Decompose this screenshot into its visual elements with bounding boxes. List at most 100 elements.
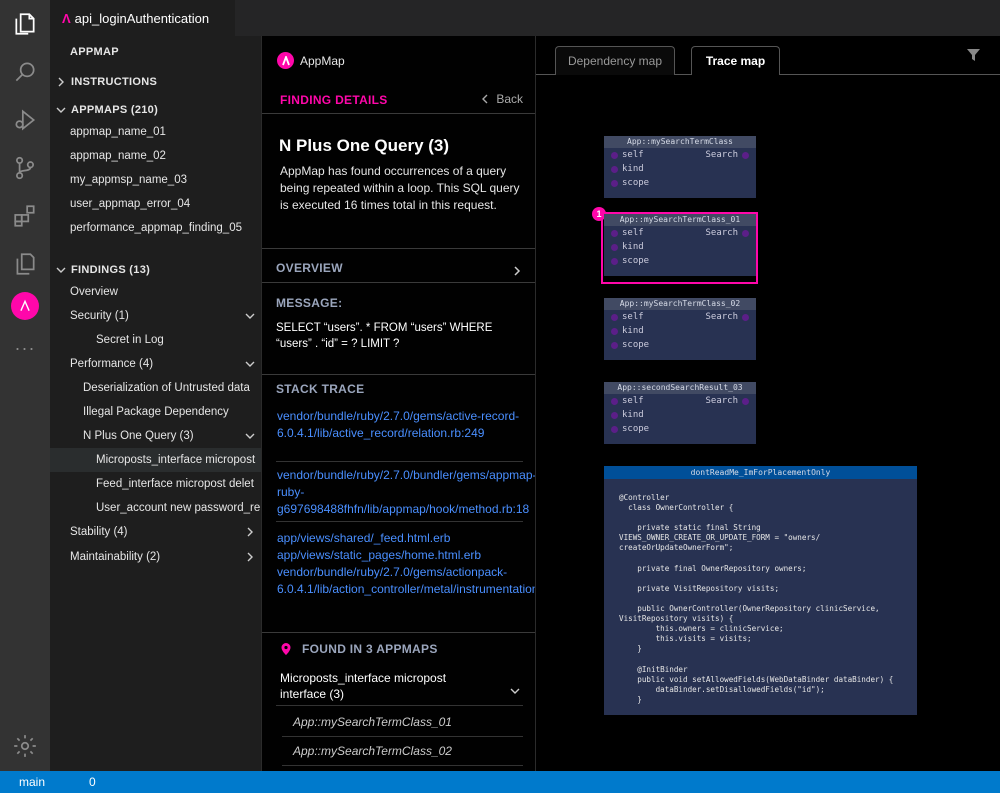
message-label: MESSAGE: [276,296,343,310]
node-row: kind [604,408,756,422]
trace-node[interactable]: App::mySearchTermClass self Search kind s… [604,136,756,198]
back-button[interactable]: Back [481,92,523,106]
extensions-icon[interactable] [11,202,39,230]
finding-instance-item[interactable]: User_account new password_re [50,496,261,520]
run-debug-icon[interactable] [11,106,39,134]
found-appmap-subitem[interactable]: App::mySearchTermClass_01 [293,715,452,729]
editor-tab-title: api_loginAuthentication [74,10,210,26]
stack-trace-link[interactable]: vendor/bundle/ruby/2.7.0/bundler/gems/ap… [277,467,535,518]
chevron-down-icon [245,311,255,321]
findings-overview[interactable]: Overview [50,280,261,304]
stack-trace-link[interactable]: vendor/bundle/ruby/2.7.0/gems/actionpack… [277,564,535,598]
port-dot-icon [611,314,618,321]
trace-node[interactable]: App::secondSearchResult_03 self Search ki… [604,382,756,444]
appmap-brand: AppMap [277,52,345,69]
port-dot-icon [742,398,749,405]
appmap-logo-icon [277,52,294,69]
finding-instance-item[interactable]: Microposts_interface micropost [50,448,261,472]
node-row: self Search [604,148,756,162]
tab-dependency-map[interactable]: Dependency map [555,46,675,75]
node-row: kind [604,324,756,338]
trace-node-title: App::mySearchTermClass [604,136,756,148]
appmap-list-item[interactable]: my_appmsp_name_03 [50,168,261,192]
findings-maintainability[interactable]: Maintainability (2) [50,545,261,569]
search-icon[interactable] [11,58,39,86]
appmaps-section[interactable]: APPMAPS (210) [50,98,261,122]
stack-trace-link[interactable]: app/views/shared/_feed.html.erb [277,530,527,547]
finding-illegal-package[interactable]: Illegal Package Dependency [50,400,261,424]
branch-indicator[interactable]: main [19,775,45,789]
appmap-list-item[interactable]: appmap_name_01 [50,120,261,144]
explorer-icon[interactable] [11,10,39,38]
node-row: scope [604,422,756,436]
port-dot-icon [611,244,618,251]
trace-node-title: App::secondSearchResult_03 [604,382,756,394]
remote-explorer-icon[interactable] [11,250,39,278]
found-appmap-item[interactable]: Microposts_interface micropost interface… [280,670,470,702]
finding-deserialization[interactable]: Deserialization of Untrusted data [50,376,261,400]
finding-secret-in-log[interactable]: Secret in Log [50,328,261,352]
trace-node-title: App::mySearchTermClass_02 [604,298,756,310]
port-dot-icon [611,230,618,237]
appmap-list-item[interactable]: appmap_name_02 [50,144,261,168]
node-row: self Search [604,226,756,240]
found-in-appmaps: FOUND IN 3 APPMAPS [280,642,438,656]
chevron-right-icon[interactable] [513,263,521,276]
status-bar: main 0 [0,771,1000,793]
findings-stability[interactable]: Stability (4) [50,520,261,544]
editor-tab[interactable]: Λ api_loginAuthentication [50,0,235,36]
problems-count[interactable]: 0 [89,775,96,789]
chevron-right-icon [56,77,66,87]
sidebar: APPMAP INSTRUCTIONS APPMAPS (210) appmap… [50,36,261,771]
chevron-down-icon[interactable] [510,682,520,694]
divider [262,632,535,633]
appmap-icon[interactable] [11,292,39,320]
overview-section[interactable]: OVERVIEW [276,261,343,275]
instructions-section[interactable]: INSTRUCTIONS [50,70,261,94]
node-row: scope [604,254,756,268]
stack-trace-link[interactable]: app/views/static_pages/home.html.erb [277,547,527,564]
appmap-list-item[interactable]: user_appmap_error_04 [50,192,261,216]
port-dot-icon [611,328,618,335]
appmap-list-item[interactable]: performance_appmap_finding_05 [50,216,261,240]
location-pin-icon [281,643,291,655]
finding-description: AppMap has found occurrences of a query … [280,164,520,212]
findings-section[interactable]: FINDINGS (13) [50,258,261,282]
port-dot-icon [611,180,618,187]
brand-label: AppMap [300,53,345,68]
port-dot-icon [611,342,618,349]
trace-node[interactable]: App::mySearchTermClass_01 self Search kin… [604,214,756,276]
node-row: kind [604,162,756,176]
divider [262,248,535,249]
node-row: self Search [604,310,756,324]
trace-node[interactable]: App::mySearchTermClass_02 self Search kin… [604,298,756,360]
findings-security[interactable]: Security (1) [50,304,261,328]
message-text: SELECT “users”. * FROM “users” WHERE “us… [276,322,493,350]
source-control-icon[interactable] [11,154,39,182]
more-icon[interactable]: ··· [11,334,39,362]
chevron-down-icon [245,431,255,441]
node-row: self Search [604,394,756,408]
tab-trace-map[interactable]: Trace map [691,46,780,75]
port-dot-icon [742,230,749,237]
finding-n-plus-one[interactable]: N Plus One Query (3) [50,424,261,448]
found-appmap-subitem[interactable]: App::mySearchTermClass_02 [293,744,452,758]
port-dot-icon [611,152,618,159]
trace-node-title: App::mySearchTermClass_01 [604,214,756,226]
divider [276,521,523,522]
finding-instance-item[interactable]: Feed_interface micropost delet [50,472,261,496]
divider [262,282,535,283]
port-dot-icon [742,152,749,159]
node-row: kind [604,240,756,254]
divider [262,113,535,114]
stack-trace-link[interactable]: vendor/bundle/ruby/2.7.0/gems/active-rec… [277,408,527,442]
filter-icon[interactable] [967,48,980,61]
node-row: scope [604,176,756,190]
port-dot-icon [611,398,618,405]
findings-performance[interactable]: Performance (4) [50,352,261,376]
chevron-down-icon [56,265,66,275]
gear-icon[interactable] [11,732,39,760]
chevron-down-icon [56,105,66,115]
code-node[interactable]: dontReadMe_ImForPlacementOnly @Controlle… [604,466,917,715]
stack-trace-label: STACK TRACE [276,382,365,396]
